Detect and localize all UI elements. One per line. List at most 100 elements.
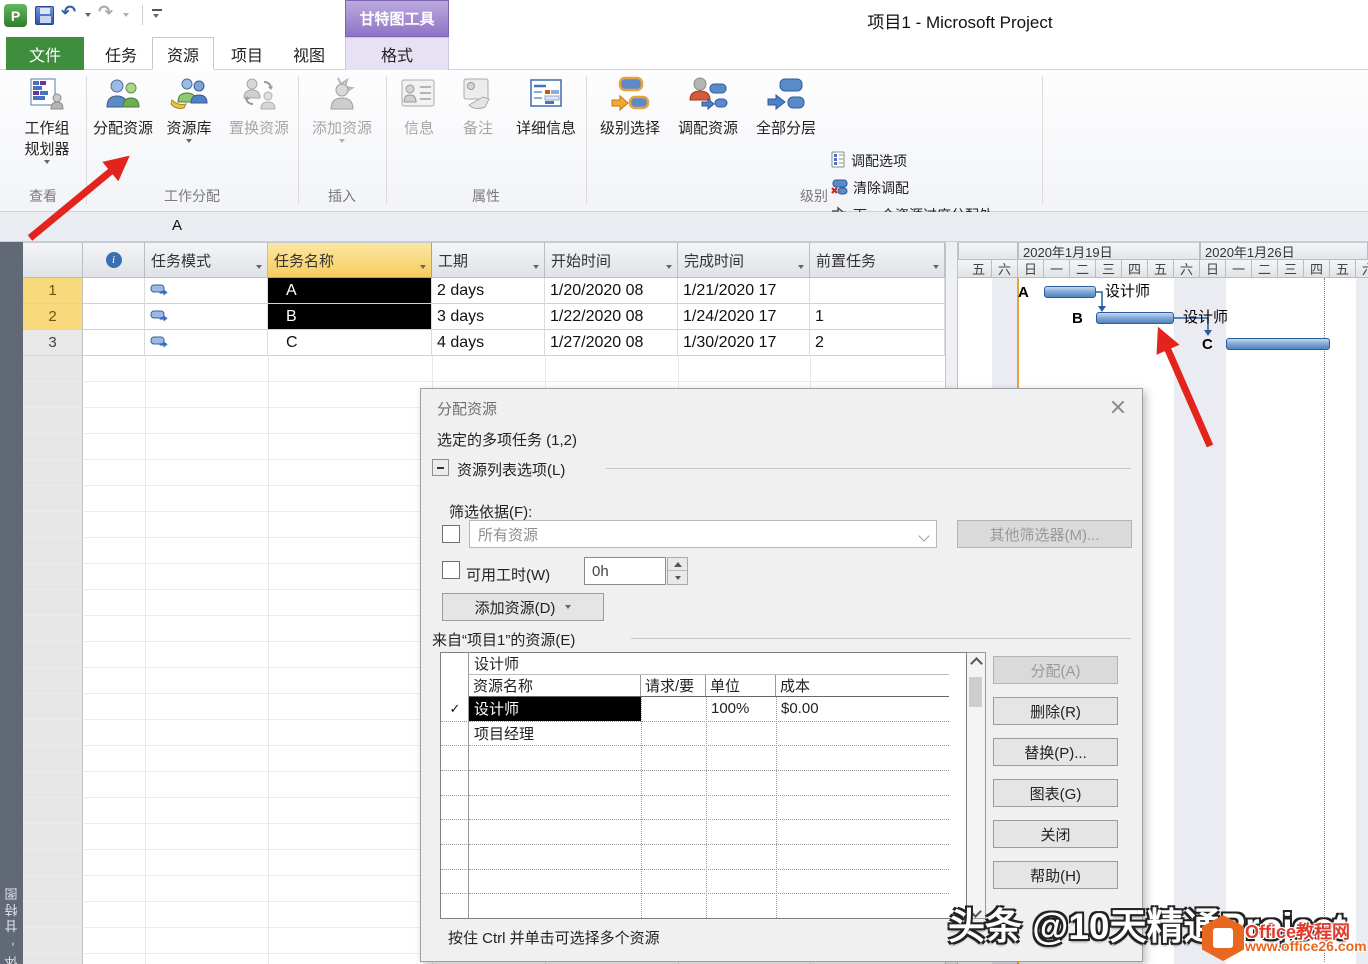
start-cell-2[interactable]: 1/22/2020 08	[545, 304, 678, 330]
resource-row-manager[interactable]: 项目经理	[469, 722, 949, 747]
row-number-3[interactable]: 3	[23, 330, 83, 356]
collapse-section-button[interactable]	[432, 459, 449, 476]
scroll-up-icon[interactable]	[967, 653, 985, 668]
empty-resource-row[interactable]	[469, 870, 949, 895]
empty-resource-row[interactable]	[469, 746, 949, 771]
column-header-predecessors[interactable]: 前置任务	[810, 242, 945, 278]
notes-button[interactable]: 备注	[450, 76, 506, 139]
add-resources-button[interactable]: 添加资源	[302, 76, 382, 143]
gantt-bar-C[interactable]	[1226, 338, 1330, 350]
empty-resource-row[interactable]	[469, 845, 949, 870]
resource-list-scrollbar[interactable]	[967, 652, 986, 919]
redo-icon[interactable]	[98, 2, 113, 23]
task-name-cell-1[interactable]: A	[268, 278, 432, 304]
start-filter-icon[interactable]	[666, 265, 672, 269]
help-button[interactable]: 帮助(H)	[993, 861, 1118, 889]
task-name-filter-icon[interactable]	[420, 265, 426, 269]
resource-edit-row[interactable]: 设计师	[469, 653, 949, 675]
indicator-cell-3[interactable]	[83, 330, 145, 356]
row-number-1[interactable]: 1	[23, 278, 83, 304]
entry-bar[interactable]: A	[0, 212, 1368, 242]
filter-checkbox[interactable]	[442, 525, 460, 543]
predecessors-cell-3[interactable]: 2	[810, 330, 945, 356]
finish-filter-icon[interactable]	[798, 265, 804, 269]
column-header-finish[interactable]: 完成时间	[678, 242, 810, 278]
customize-qat-arrow-icon[interactable]	[153, 14, 159, 18]
row-number-header[interactable]	[23, 242, 83, 278]
start-cell-1[interactable]: 1/20/2020 08	[545, 278, 678, 304]
indicator-column-header[interactable]	[83, 242, 145, 278]
close-button[interactable]: 关闭	[993, 820, 1118, 848]
empty-resource-row[interactable]	[469, 796, 949, 821]
available-work-spinner[interactable]	[667, 557, 688, 585]
resource-cost-cell[interactable]: $0.00	[776, 697, 949, 721]
add-resources-dialog-button[interactable]: 添加资源(D)	[442, 593, 604, 621]
resource-name-cell[interactable]: 项目经理	[469, 722, 641, 746]
level-resource-button[interactable]: 调配资源	[670, 76, 746, 139]
task-mode-filter-icon[interactable]	[256, 265, 262, 269]
save-icon[interactable]	[35, 6, 54, 25]
resource-pool-button[interactable]: 资源库	[158, 76, 220, 143]
replace-button[interactable]: 替换(P)...	[993, 738, 1118, 766]
indicator-cell-2[interactable]	[83, 304, 145, 330]
header-cost[interactable]: 成本	[776, 675, 949, 696]
resource-units-cell[interactable]: 100%	[706, 697, 776, 721]
predecessors-cell-1[interactable]	[810, 278, 945, 304]
task-name-cell-3[interactable]: C	[268, 330, 432, 356]
indicator-cell-1[interactable]	[83, 278, 145, 304]
undo-dropdown-icon[interactable]	[85, 13, 91, 17]
tab-project[interactable]: 项目	[218, 37, 276, 70]
details-button[interactable]: 详细信息	[508, 76, 584, 139]
graph-button[interactable]: 图表(G)	[993, 779, 1118, 807]
more-filters-button[interactable]: 其他筛选器(M)...	[957, 520, 1132, 548]
level-all-button[interactable]: 全部分层	[748, 76, 824, 139]
tab-task[interactable]: 任务	[92, 37, 150, 70]
predecessors-cell-2[interactable]: 1	[810, 304, 945, 330]
information-button[interactable]: 信息	[390, 76, 448, 139]
header-request[interactable]: 请求/要	[641, 675, 706, 696]
customize-qat-icon[interactable]	[152, 9, 162, 11]
finish-cell-1[interactable]: 1/21/2020 17	[678, 278, 810, 304]
scroll-thumb[interactable]	[969, 677, 982, 707]
predecessors-filter-icon[interactable]	[933, 265, 939, 269]
assign-resources-button[interactable]: 分配资源	[90, 76, 156, 139]
redo-dropdown-icon[interactable]	[123, 13, 129, 17]
task-mode-cell-3[interactable]	[145, 330, 268, 356]
duration-cell-1[interactable]: 2 days	[432, 278, 545, 304]
team-planner-button[interactable]: 工作组规划器	[10, 76, 84, 164]
gantt-bar-B[interactable]	[1096, 312, 1174, 324]
finish-cell-3[interactable]: 1/30/2020 17	[678, 330, 810, 356]
resource-row-designer[interactable]: 设计师 100% $0.00	[469, 697, 949, 722]
header-units[interactable]: 单位	[706, 675, 776, 696]
header-resource-name[interactable]: 资源名称	[469, 675, 641, 696]
start-cell-3[interactable]: 1/27/2020 08	[545, 330, 678, 356]
close-icon[interactable]	[1108, 397, 1128, 417]
tab-resource[interactable]: 资源	[152, 37, 214, 70]
task-mode-cell-2[interactable]	[145, 304, 268, 330]
tab-file[interactable]: 文件	[6, 37, 84, 70]
filter-combobox[interactable]: 所有资源	[469, 520, 937, 548]
empty-resource-row[interactable]	[469, 894, 949, 918]
task-name-cell-2[interactable]: B	[268, 304, 432, 330]
column-header-task-mode[interactable]: 任务模式	[145, 242, 268, 278]
task-mode-cell-1[interactable]	[145, 278, 268, 304]
spinner-up-icon[interactable]	[668, 558, 687, 571]
remove-button[interactable]: 删除(R)	[993, 697, 1118, 725]
duration-cell-2[interactable]: 3 days	[432, 304, 545, 330]
empty-resource-row[interactable]	[469, 820, 949, 845]
tab-format[interactable]: 格式	[345, 37, 449, 70]
duration-filter-icon[interactable]	[533, 265, 539, 269]
resource-name-cell[interactable]: 设计师	[469, 697, 641, 721]
undo-icon[interactable]	[61, 2, 76, 23]
finish-cell-2[interactable]: 1/24/2020 17	[678, 304, 810, 330]
duration-cell-3[interactable]: 4 days	[432, 330, 545, 356]
empty-resource-row[interactable]	[469, 771, 949, 796]
gantt-bar-A[interactable]	[1044, 286, 1096, 298]
available-work-input[interactable]: 0h	[584, 557, 666, 585]
available-to-work-checkbox[interactable]	[442, 561, 460, 579]
spinner-down-icon[interactable]	[668, 571, 687, 584]
column-header-start[interactable]: 开始时间	[545, 242, 678, 278]
row-number-2[interactable]: 2	[23, 304, 83, 330]
leveling-options-big-button[interactable]: 级别选择	[592, 76, 668, 139]
substitute-resources-button[interactable]: 置换资源	[222, 76, 296, 139]
